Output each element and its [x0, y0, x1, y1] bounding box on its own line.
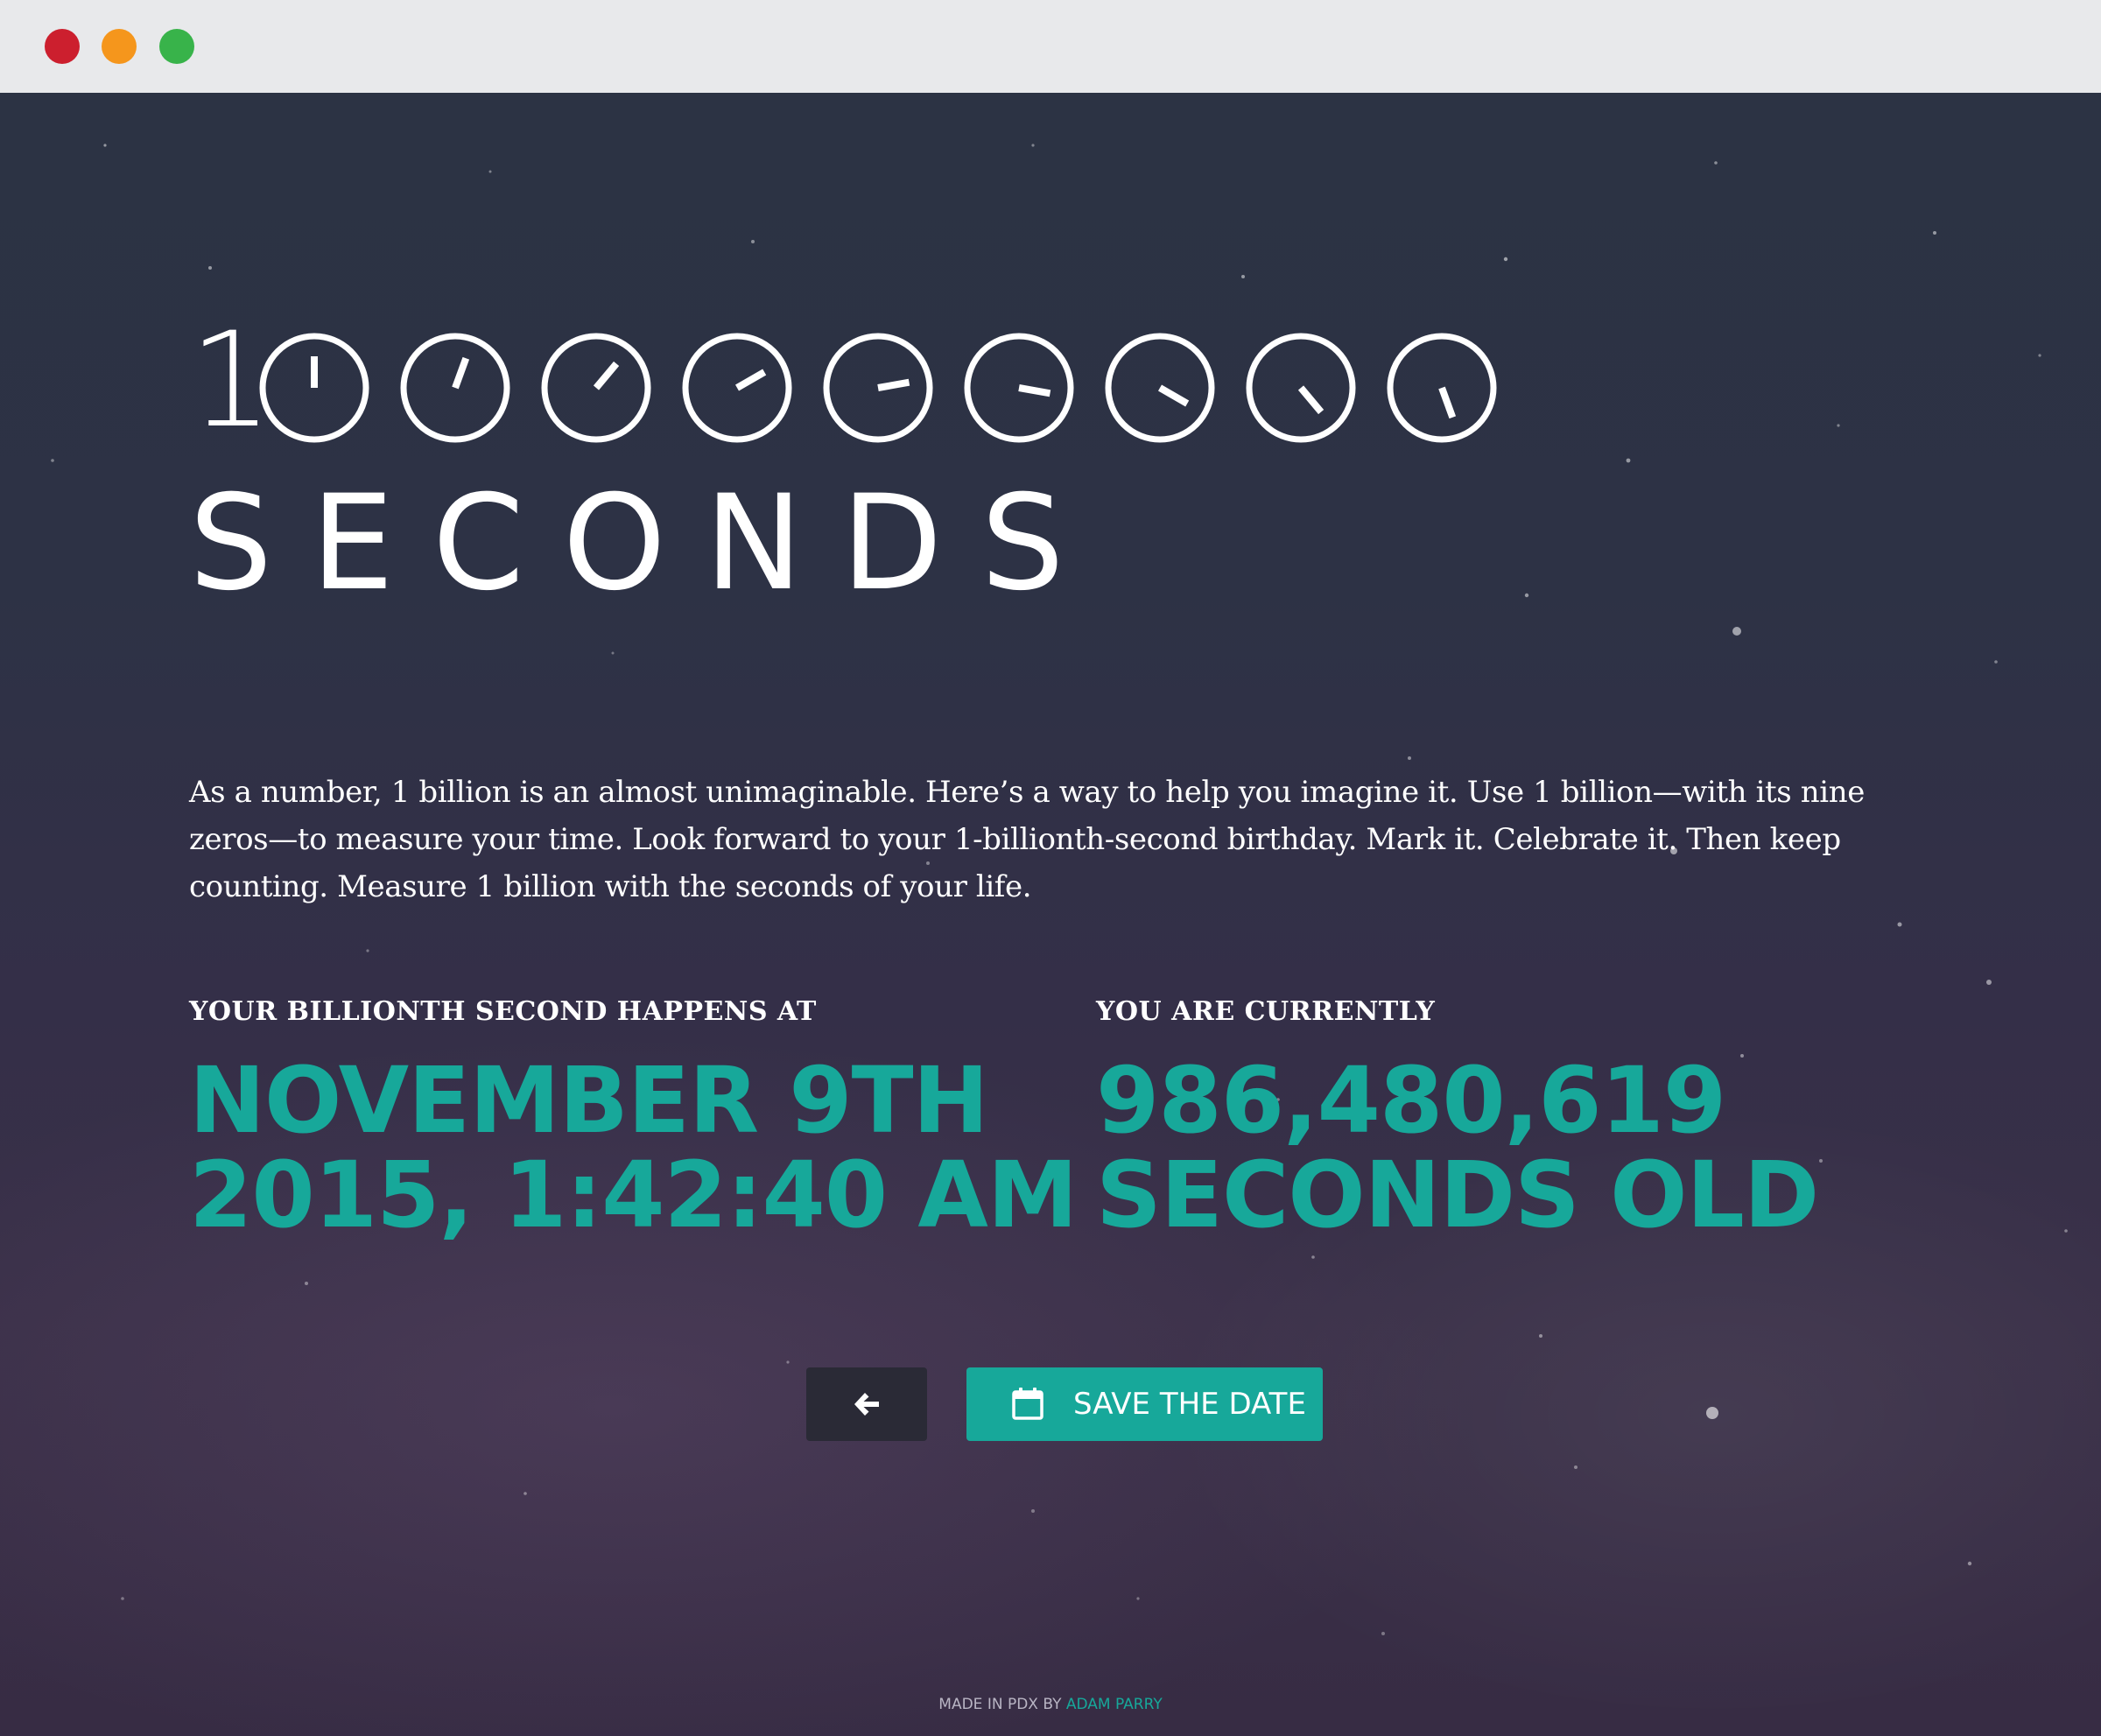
- minimize-window-button[interactable]: [102, 29, 137, 64]
- clock-dial-hand: [735, 369, 767, 391]
- arrow-left-icon: [854, 1393, 879, 1416]
- billionth-time: 2015, 1:42:40 AM: [189, 1142, 1078, 1248]
- window-titlebar: [0, 0, 2101, 93]
- clock-dial: [1246, 333, 1356, 443]
- back-button[interactable]: [806, 1367, 927, 1441]
- save-the-date-button[interactable]: SAVE THE DATE: [966, 1367, 1323, 1441]
- clock-dial: [964, 333, 1074, 443]
- clock-dial: [541, 333, 651, 443]
- clock-dial-hand: [1018, 384, 1051, 397]
- billion-number-graphic: 1: [189, 315, 1520, 453]
- hero-seconds-word: SECONDS: [189, 467, 1103, 620]
- clock-dial-hand: [452, 356, 470, 390]
- author-link[interactable]: ADAM PARRY: [1066, 1696, 1163, 1713]
- clock-dial-hand: [877, 378, 910, 391]
- save-the-date-label: SAVE THE DATE: [1073, 1387, 1306, 1422]
- page-viewport: 1 SECONDS As a number, 1 billion is an a…: [0, 93, 2101, 1736]
- intro-paragraph: As a number, 1 billion is an almost unim…: [189, 775, 1865, 904]
- clock-dial: [400, 333, 510, 443]
- clock-dial: [1105, 333, 1215, 443]
- close-window-button[interactable]: [45, 29, 80, 64]
- clock-dial: [823, 333, 933, 443]
- clock-dial-zeros: [259, 333, 1497, 443]
- current-seconds-unit: SECONDS OLD: [1096, 1142, 1819, 1248]
- clock-dial-hand: [1438, 386, 1457, 419]
- current-seconds-count: 986,480,619: [1096, 1047, 1726, 1154]
- footer-credit-prefix: MADE IN PDX BY: [938, 1696, 1062, 1713]
- zoom-window-button[interactable]: [159, 29, 194, 64]
- browser-window: 1 SECONDS As a number, 1 billion is an a…: [0, 0, 2101, 1736]
- clock-dial-hand: [1158, 384, 1190, 407]
- clock-dial: [259, 333, 369, 443]
- page-footer: MADE IN PDX BY ADAM PARRY: [0, 1695, 2101, 1714]
- billionth-date: NOVEMBER 9TH: [189, 1047, 989, 1154]
- clock-dial-hand: [593, 361, 620, 390]
- billionth-second-label: YOUR BILLIONTH SECOND HAPPENS AT: [189, 996, 817, 1027]
- clock-dial-hand: [1297, 385, 1325, 415]
- calendar-icon: [1012, 1388, 1043, 1420]
- current-age-label: YOU ARE CURRENTLY: [1096, 996, 1436, 1027]
- clock-dial: [682, 333, 792, 443]
- clock-dial: [1387, 333, 1497, 443]
